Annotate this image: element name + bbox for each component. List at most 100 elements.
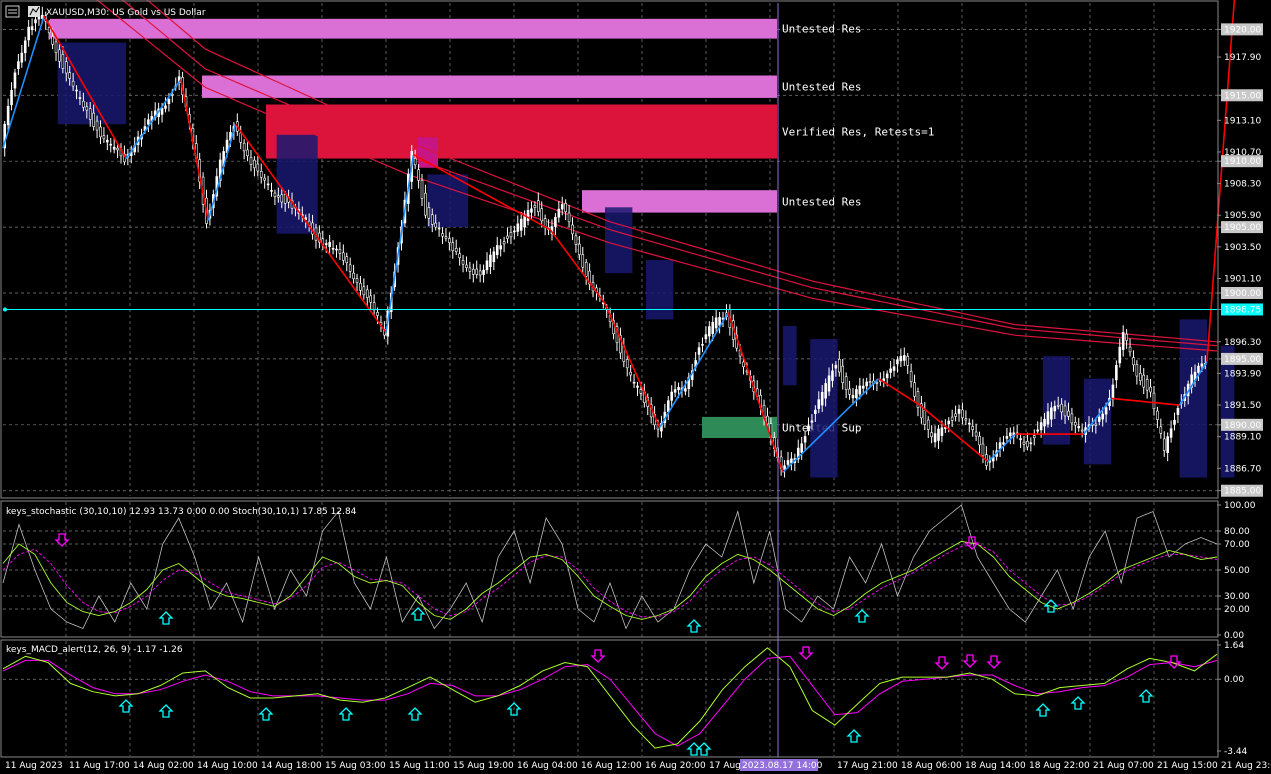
- candle-body: [448, 238, 451, 243]
- candle-body: [249, 156, 253, 165]
- candle-body: [584, 262, 588, 277]
- candle-body: [666, 400, 670, 412]
- candle-body: [1156, 410, 1159, 420]
- candle-body: [413, 158, 417, 166]
- candle-body: [68, 72, 71, 79]
- candle-body: [239, 132, 243, 143]
- candle-body: [967, 422, 971, 425]
- candle-body: [331, 247, 335, 250]
- candle-body: [1094, 423, 1098, 426]
- candle-body: [102, 135, 106, 140]
- candle-body: [807, 425, 810, 431]
- zone-label: Untested Res: [782, 23, 861, 36]
- candle-body: [817, 399, 821, 409]
- candle-body: [270, 190, 273, 192]
- candle-body: [1159, 426, 1163, 434]
- candle-body: [451, 242, 455, 252]
- candle-body: [71, 80, 75, 87]
- candle-body: [1149, 386, 1152, 393]
- candle-body: [171, 94, 174, 96]
- candle-body: [824, 383, 827, 399]
- candle-body: [820, 391, 824, 406]
- stoch-tick-label: 30.00: [1224, 592, 1250, 602]
- candle-body: [280, 194, 284, 203]
- candle-body: [64, 61, 68, 74]
- candle-body: [714, 317, 718, 329]
- candle-body: [844, 376, 848, 390]
- candle-body: [923, 409, 927, 425]
- candle-body: [906, 356, 910, 366]
- candle-body: [20, 52, 24, 63]
- candle-body: [560, 204, 564, 210]
- candle-body: [434, 222, 437, 228]
- candle-body: [6, 106, 10, 126]
- pivot-box: [1220, 345, 1235, 478]
- candle-body: [352, 272, 355, 280]
- candle-body: [1026, 440, 1029, 448]
- candle-body: [899, 355, 903, 362]
- candle-body: [78, 97, 82, 99]
- candle-body: [516, 223, 520, 232]
- trading-chart[interactable]: Untested Res Untested Res Verified Res, Re…: [0, 0, 1271, 774]
- candle-body: [742, 361, 745, 368]
- candle-body: [947, 420, 951, 425]
- candle-body: [27, 26, 30, 41]
- stoch-tick-label: 70.00: [1224, 540, 1250, 550]
- candle-body: [348, 264, 352, 272]
- zone-rect: [266, 104, 777, 159]
- chart-header: XAUUSD,M30: US Gold vs US Dollar: [5, 5, 206, 18]
- candle-body: [495, 245, 499, 256]
- candle-body: [355, 278, 359, 283]
- candle-body: [345, 256, 349, 263]
- candle-body: [458, 253, 461, 259]
- candle-body: [147, 119, 150, 125]
- price-tick-label: 1895.00: [1224, 355, 1261, 365]
- price-tick-label: 1915.00: [1224, 91, 1261, 101]
- time-tick-label: 2023.08.17 14:00: [742, 761, 823, 771]
- candle-body: [362, 286, 366, 296]
- candle-body: [256, 163, 260, 172]
- candle-body: [485, 260, 489, 271]
- candle-body: [475, 268, 479, 275]
- candle-body: [1032, 435, 1036, 438]
- candle-body: [981, 443, 985, 457]
- candle-body: [61, 54, 65, 69]
- candle-body: [537, 200, 540, 212]
- candle-body: [116, 147, 119, 151]
- symbol-title: XAUUSD,M30: US Gold vs US Dollar: [46, 8, 206, 18]
- candle-body: [1118, 346, 1122, 364]
- candle-body: [454, 247, 458, 252]
- candle-body: [1019, 438, 1022, 441]
- candle-body: [838, 358, 841, 373]
- candle-body: [259, 170, 263, 178]
- candle-body: [875, 382, 879, 384]
- candle-body: [930, 432, 933, 437]
- candle-body: [164, 105, 167, 109]
- candle-body: [1067, 410, 1070, 417]
- candle-body: [1200, 363, 1204, 367]
- time-tick-label: 15 Aug 19:00: [453, 761, 514, 771]
- candle-body: [708, 326, 711, 337]
- time-tick-label: 17 Aug 21:00: [837, 761, 898, 771]
- time-tick-label: 15 Aug 11:00: [389, 761, 450, 771]
- pivot-box: [605, 207, 633, 274]
- pivot-box: [646, 260, 674, 320]
- candle-body: [578, 243, 581, 255]
- time-tick-label: 18 Aug 14:00: [965, 761, 1026, 771]
- candle-body: [639, 389, 643, 394]
- candle-body: [112, 146, 116, 150]
- candle-body: [567, 212, 571, 223]
- candle-body: [1162, 438, 1166, 451]
- candle-body: [365, 289, 369, 298]
- candle-body: [1097, 416, 1101, 422]
- candle-body: [971, 426, 974, 430]
- candle-body: [513, 230, 516, 233]
- price-tick-label: 1920.00: [1224, 25, 1261, 35]
- candle-body: [677, 386, 680, 391]
- candle-body: [540, 208, 544, 222]
- candle-body: [858, 385, 862, 395]
- chart-type-icon[interactable]: [28, 6, 40, 17]
- pivot-box: [57, 42, 127, 125]
- candle-body: [964, 418, 968, 421]
- candle-body: [834, 364, 838, 369]
